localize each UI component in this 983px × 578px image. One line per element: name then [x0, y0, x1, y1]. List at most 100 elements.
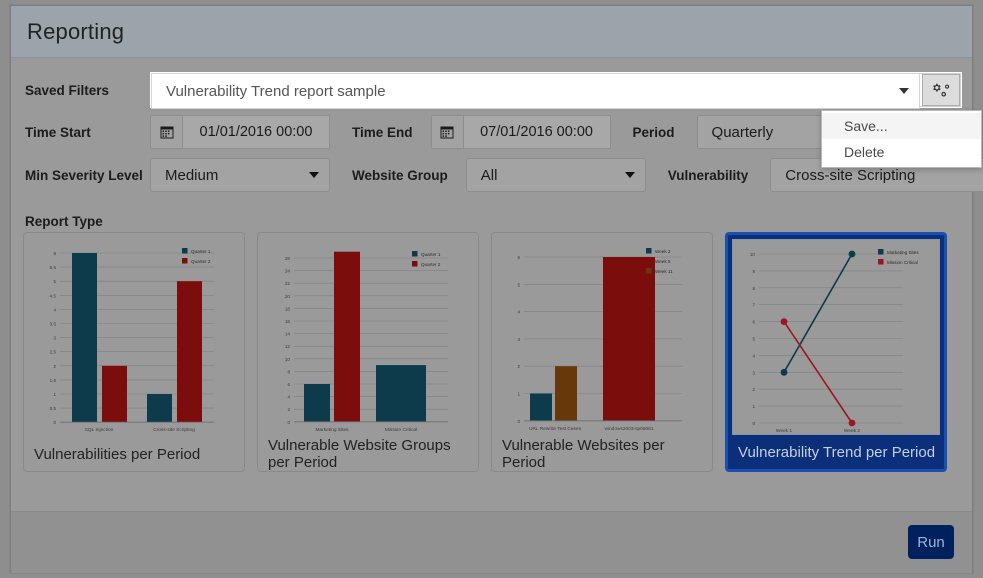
chevron-down-icon [625, 172, 635, 178]
svg-text:7: 7 [752, 303, 755, 308]
svg-text:16: 16 [285, 319, 291, 324]
svg-text:2.5: 2.5 [50, 350, 57, 355]
svg-text:SQL Injection: SQL Injection [85, 427, 114, 433]
menu-item-delete[interactable]: Delete [822, 139, 981, 165]
svg-text:1: 1 [53, 392, 56, 397]
min-severity-label: Min Severity Level [25, 168, 150, 183]
report-card-caption: Vulnerabilities per Period [30, 437, 238, 471]
reporting-panel: Reporting Saved Filters Vulnerability Tr… [10, 5, 973, 573]
calendar-icon[interactable] [432, 116, 464, 148]
run-button[interactable]: Run [908, 525, 954, 559]
svg-text:Quarter 2: Quarter 2 [191, 259, 211, 264]
svg-text:4.5: 4.5 [50, 293, 57, 298]
svg-text:9: 9 [752, 269, 755, 274]
window-titlebar: Reporting [11, 6, 972, 58]
svg-text:22: 22 [285, 281, 291, 286]
min-severity-select[interactable]: Medium [150, 158, 330, 192]
svg-text:windows2003-sp08081: windows2003-sp08081 [604, 426, 653, 432]
svg-text:1: 1 [752, 404, 755, 409]
svg-text:26: 26 [285, 256, 291, 261]
svg-text:URL Rewrite Test Cases: URL Rewrite Test Cases [529, 426, 582, 432]
reporting-app: Reporting Saved Filters Vulnerability Tr… [0, 0, 983, 578]
svg-text:2: 2 [517, 364, 520, 369]
svg-text:3: 3 [752, 370, 755, 375]
saved-filters-value: Vulnerability Trend report sample [166, 83, 386, 100]
report-card-vulnerable-websites-per-period[interactable]: 654 321 0 URL Rewrite Test Cases windows… [491, 232, 713, 472]
svg-text:Week 5: Week 5 [655, 259, 671, 264]
svg-text:5: 5 [53, 279, 56, 284]
menu-item-save[interactable]: Save... [822, 113, 981, 139]
website-group-select[interactable]: All [466, 158, 646, 192]
footer-bar: Run [11, 511, 972, 573]
svg-text:0: 0 [752, 421, 755, 426]
time-start-label: Time Start [25, 125, 150, 140]
svg-text:Week 3: Week 3 [655, 249, 671, 254]
period-label: Period [633, 125, 675, 140]
svg-text:2: 2 [752, 387, 755, 392]
svg-text:1: 1 [517, 392, 520, 397]
chart-thumbnail: 262422 201816 141210 864 20 Marketing Si… [264, 239, 472, 437]
report-card-caption: Vulnerability Trend per Period [732, 435, 940, 469]
svg-text:8: 8 [287, 369, 290, 374]
svg-text:Quarter 1: Quarter 1 [421, 252, 441, 257]
report-card-vulnerability-trend-per-period[interactable]: 1098 765 432 10 Week 1 Wee [725, 232, 947, 472]
svg-text:1.5: 1.5 [50, 378, 57, 383]
svg-text:5: 5 [517, 282, 520, 287]
saved-filters-select[interactable]: Vulnerability Trend report sample [151, 73, 920, 109]
svg-text:14: 14 [285, 332, 291, 337]
svg-text:Week 2: Week 2 [844, 428, 861, 434]
svg-text:Week 1: Week 1 [776, 428, 793, 434]
chart-thumbnail: 1098 765 432 10 Week 1 Wee [732, 239, 940, 435]
svg-text:4: 4 [287, 395, 290, 400]
svg-text:0: 0 [53, 420, 56, 425]
time-period-row: Time Start 01/01/2016 00:00 Time End 07/… [25, 115, 934, 149]
page-title: Reporting [27, 19, 124, 45]
svg-text:18: 18 [285, 306, 291, 311]
saved-filters-row: Saved Filters Vulnerability Trend report… [25, 72, 975, 108]
svg-text:Cross-site Scripting: Cross-site Scripting [153, 427, 195, 433]
svg-text:Quarter 1: Quarter 1 [191, 249, 211, 254]
website-group-value: All [481, 167, 498, 184]
svg-text:6: 6 [517, 255, 520, 260]
svg-text:0: 0 [287, 420, 290, 425]
calendar-icon[interactable] [151, 116, 183, 148]
report-card-caption: Vulnerable Website Groups per Period [264, 437, 472, 471]
svg-text:Quarter 2: Quarter 2 [421, 262, 441, 267]
time-end-value[interactable]: 07/01/2016 00:00 [464, 116, 610, 148]
svg-text:Mission Critical: Mission Critical [887, 260, 918, 265]
report-card-vulnerabilities-per-period[interactable]: 65.55 4.543.5 32.52 1.510.5 0 SQL Injec [23, 232, 245, 472]
report-card-caption: Vulnerable Websites per Period [498, 437, 706, 471]
chart-thumbnail: 654 321 0 URL Rewrite Test Cases windows… [498, 239, 706, 437]
saved-filters-settings-button[interactable] [922, 74, 960, 106]
svg-text:3: 3 [517, 337, 520, 342]
chart-thumbnail: 65.55 4.543.5 32.52 1.510.5 0 SQL Injec [30, 239, 238, 437]
svg-text:20: 20 [285, 294, 291, 299]
svg-text:24: 24 [285, 269, 291, 274]
svg-text:Mission Critical: Mission Critical [385, 427, 417, 433]
min-severity-value: Medium [165, 167, 218, 184]
svg-text:10: 10 [285, 357, 291, 362]
svg-text:10: 10 [750, 252, 756, 257]
saved-filters-menu: Save... Delete [821, 110, 982, 168]
time-start-value[interactable]: 01/01/2016 00:00 [183, 116, 329, 148]
svg-text:5.5: 5.5 [50, 265, 57, 270]
time-start-field[interactable]: 01/01/2016 00:00 [150, 115, 330, 149]
svg-text:3: 3 [53, 336, 56, 341]
report-type-label: Report Type [25, 214, 103, 229]
chevron-down-icon [899, 88, 909, 94]
svg-text:3.5: 3.5 [50, 322, 57, 327]
svg-text:0: 0 [517, 419, 520, 424]
svg-text:0.5: 0.5 [50, 406, 57, 411]
saved-filters-label: Saved Filters [25, 83, 150, 98]
period-value: Quarterly [712, 124, 774, 141]
svg-text:Marketing Sites: Marketing Sites [887, 250, 919, 255]
cogs-icon [931, 82, 951, 99]
time-end-field[interactable]: 07/01/2016 00:00 [431, 115, 611, 149]
svg-text:8: 8 [752, 286, 755, 291]
report-card-vulnerable-website-groups-per-period[interactable]: 262422 201816 141210 864 20 Marketing Si… [257, 232, 479, 472]
svg-text:2: 2 [287, 407, 290, 412]
chevron-down-icon [309, 172, 319, 178]
svg-text:6: 6 [287, 382, 290, 387]
vulnerability-label: Vulnerability [668, 168, 749, 183]
svg-text:Week 11: Week 11 [655, 269, 673, 274]
